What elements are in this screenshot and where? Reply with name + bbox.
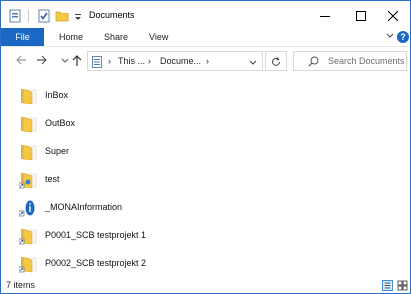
folder-shortcut-icon bbox=[19, 228, 37, 245]
tab-view[interactable]: View bbox=[149, 28, 168, 46]
list-item-mona-information[interactable]: _MONAInformation bbox=[15, 197, 195, 219]
large-icons-view-icon[interactable] bbox=[397, 280, 408, 291]
item-label: OutBox bbox=[45, 118, 76, 128]
tab-share[interactable]: Share bbox=[104, 28, 128, 46]
search-placeholder: Search Documents bbox=[328, 56, 405, 66]
folder-icon bbox=[21, 144, 37, 161]
list-item-inbox[interactable]: InBox bbox=[15, 85, 195, 107]
item-label: P0001_SCB testprojekt 1 bbox=[45, 230, 147, 240]
minimize-button[interactable] bbox=[307, 1, 343, 31]
recent-locations-chevron-icon[interactable] bbox=[59, 53, 71, 67]
folder-icon bbox=[21, 88, 37, 105]
minimize-icon bbox=[320, 16, 330, 17]
explorer-window: Documents File Home Share View ? › This … bbox=[0, 0, 411, 294]
close-button[interactable] bbox=[375, 1, 411, 31]
item-label: InBox bbox=[45, 90, 69, 100]
list-item-super[interactable]: Super bbox=[15, 141, 195, 163]
list-item-test[interactable]: test bbox=[15, 169, 195, 191]
folder-shortcut-icon bbox=[19, 256, 37, 273]
title-bar: Documents bbox=[1, 1, 410, 31]
details-view-icon[interactable] bbox=[382, 280, 393, 291]
ribbon-tabs: File Home Share View ? bbox=[1, 28, 410, 46]
breadcrumb-separator[interactable]: › bbox=[206, 56, 209, 66]
search-box[interactable]: Search Documents bbox=[293, 51, 407, 71]
breadcrumb-separator[interactable]: › bbox=[108, 56, 111, 66]
refresh-icon bbox=[272, 57, 280, 66]
refresh-button[interactable] bbox=[265, 51, 287, 71]
properties-icon[interactable] bbox=[38, 9, 50, 23]
expand-ribbon-icon[interactable] bbox=[385, 30, 395, 42]
new-folder-icon[interactable] bbox=[55, 9, 69, 23]
close-icon bbox=[388, 11, 398, 21]
info-shortcut-icon bbox=[19, 200, 35, 217]
help-icon[interactable]: ? bbox=[397, 31, 409, 43]
status-bar: 7 items bbox=[1, 278, 410, 294]
folder-icon bbox=[21, 116, 37, 133]
navigation-bar: › This ... › Docume... › Search Document… bbox=[1, 46, 410, 74]
item-label: Super bbox=[45, 146, 70, 156]
maximize-button[interactable] bbox=[343, 1, 379, 31]
back-arrow-icon[interactable] bbox=[15, 53, 27, 67]
breadcrumb-documents[interactable]: Docume... bbox=[160, 56, 201, 66]
item-label: _MONAInformation bbox=[45, 202, 123, 212]
tab-home[interactable]: Home bbox=[59, 28, 83, 46]
quick-access-separator bbox=[28, 10, 29, 22]
up-arrow-icon[interactable] bbox=[71, 53, 83, 67]
list-item-outbox[interactable]: OutBox bbox=[15, 113, 195, 135]
customize-quick-access-icon[interactable] bbox=[74, 9, 82, 23]
item-label: test bbox=[45, 174, 60, 184]
list-item-p0002[interactable]: P0002_SCB testprojekt 2 bbox=[15, 253, 195, 275]
search-icon bbox=[308, 56, 319, 67]
app-icon[interactable] bbox=[9, 9, 21, 23]
window-title: Documents bbox=[89, 10, 135, 20]
forward-arrow-icon[interactable] bbox=[36, 53, 48, 67]
address-history-chevron-icon[interactable] bbox=[248, 56, 258, 68]
breadcrumb-this-pc[interactable]: This ... bbox=[118, 56, 145, 66]
item-count: 7 items bbox=[6, 280, 36, 290]
list-item-p0001[interactable]: P0001_SCB testprojekt 1 bbox=[15, 225, 195, 247]
maximize-icon bbox=[356, 11, 366, 21]
address-bar[interactable]: › This ... › Docume... › bbox=[87, 51, 263, 71]
documents-location-icon bbox=[92, 56, 102, 68]
file-list: InBox OutBox Super test _MONAInformation… bbox=[1, 75, 410, 277]
folder-shortcut-icon bbox=[19, 172, 37, 189]
item-label: P0002_SCB testprojekt 2 bbox=[45, 258, 147, 268]
tab-file[interactable]: File bbox=[1, 28, 44, 46]
breadcrumb-separator[interactable]: › bbox=[148, 56, 151, 66]
